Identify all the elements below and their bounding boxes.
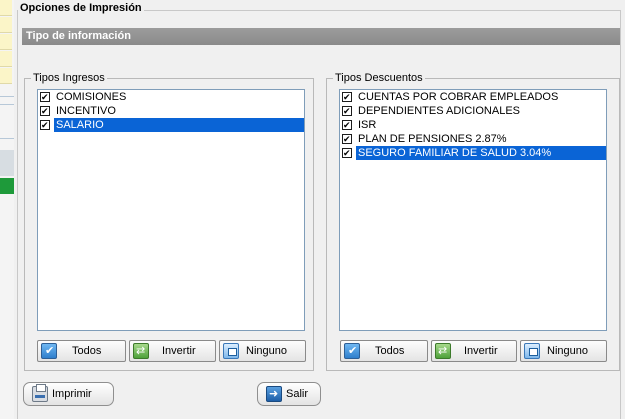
clear-selection-icon [223,343,239,359]
descuentos-todos-button[interactable]: Todos [340,340,428,362]
print-button[interactable]: Imprimir [23,382,114,406]
info-type-header: Tipo de información [22,28,620,45]
ingresos-todos-button[interactable]: Todos [37,340,126,362]
button-label: Todos [375,345,405,357]
button-label: Invertir [162,345,196,357]
list-item[interactable]: SALARIO [38,118,304,132]
descuentos-listbox[interactable]: CUENTAS POR COBRAR EMPLEADOS DEPENDIENTE… [339,89,607,331]
list-item-label: SEGURO FAMILIAR DE SALUD 3.04% [356,146,606,160]
list-item-label: COMISIONES [56,91,127,103]
list-item[interactable]: DEPENDIENTES ADICIONALES [340,104,606,118]
background-window-edge [0,0,14,419]
exit-door-icon [266,386,282,402]
exit-button[interactable]: Salir [257,382,321,406]
invert-selection-icon [435,343,451,359]
print-options-panel: Opciones de Impresión Tipo de informació… [14,0,625,419]
invert-selection-icon [133,343,149,359]
descuentos-legend: Tipos Descuentos [333,72,425,84]
clear-selection-icon [524,343,540,359]
checkbox[interactable] [342,148,352,158]
ingresos-invertir-button[interactable]: Invertir [129,340,216,362]
print-button-label: Imprimir [52,388,92,400]
print-options-title: Opciones de Impresión [18,2,144,14]
list-item-label: CUENTAS POR COBRAR EMPLEADOS [358,91,559,103]
button-label: Ninguno [246,345,287,357]
list-item[interactable]: CUENTAS POR COBRAR EMPLEADOS [340,90,606,104]
descuentos-ninguno-button[interactable]: Ninguno [520,340,607,362]
button-label: Todos [72,345,102,357]
list-item-label: ISR [358,119,377,131]
checkbox[interactable] [40,106,50,116]
checkbox[interactable] [40,92,50,102]
descuentos-invertir-button[interactable]: Invertir [431,340,517,362]
checkbox[interactable] [40,120,50,130]
list-item[interactable]: PLAN DE PENSIONES 2.87% [340,132,606,146]
list-item-label: DEPENDIENTES ADICIONALES [358,105,520,117]
button-label: Ninguno [547,345,588,357]
list-item-label: PLAN DE PENSIONES 2.87% [358,133,507,145]
ingresos-listbox[interactable]: COMISIONES INCENTIVO SALARIO [37,89,305,331]
printer-icon [32,384,48,402]
exit-button-label: Salir [286,388,309,400]
button-label: Invertir [464,345,498,357]
ingresos-ninguno-button[interactable]: Ninguno [219,340,306,362]
ingresos-legend: Tipos Ingresos [31,72,107,84]
list-item-label: INCENTIVO [56,105,116,117]
list-item[interactable]: SEGURO FAMILIAR DE SALUD 3.04% [340,146,606,160]
check-all-icon [41,343,57,359]
checkbox[interactable] [342,134,352,144]
list-item-label: SALARIO [54,118,304,132]
list-item[interactable]: INCENTIVO [38,104,304,118]
checkbox[interactable] [342,120,352,130]
list-item[interactable]: ISR [340,118,606,132]
checkbox[interactable] [342,106,352,116]
list-item[interactable]: COMISIONES [38,90,304,104]
checkbox[interactable] [342,92,352,102]
check-all-icon [344,343,360,359]
